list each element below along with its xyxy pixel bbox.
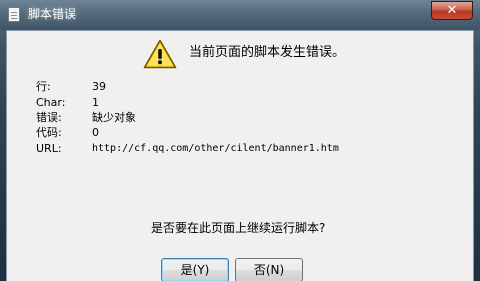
detail-url-value: http://cf.qq.com/other/cilent/banner1.ht…: [92, 143, 339, 154]
detail-value: 0: [92, 126, 99, 139]
error-message: 当前页面的脚本发生错误。: [189, 45, 346, 60]
detail-label: 行:: [36, 80, 51, 93]
detail-label: URL:: [36, 142, 62, 155]
window-title: 脚本错误: [28, 7, 77, 21]
dialog-body: 当前页面的脚本发生错误。 行: 39 Char: 1 错误: 缺少对象 代码: …: [6, 30, 474, 281]
dialog-window: 脚本错误 ✕ 当前页面的脚本发生错误。 行: 39 Char: 1 错误: 缺少…: [0, 0, 480, 281]
detail-label: 错误:: [36, 111, 62, 124]
close-icon: ✕: [446, 3, 458, 18]
detail-label: Char:: [36, 96, 66, 109]
no-button[interactable]: 否(N): [235, 258, 303, 281]
detail-label: 代码:: [36, 126, 62, 139]
yes-button[interactable]: 是(Y): [161, 258, 229, 281]
title-bar[interactable]: 脚本错误 ✕: [0, 0, 480, 30]
detail-value: 缺少对象: [92, 111, 136, 124]
detail-value: 39: [92, 80, 106, 93]
close-button[interactable]: ✕: [431, 1, 473, 20]
detail-value: 1: [92, 96, 99, 109]
document-icon: [8, 7, 20, 22]
warning-icon: [143, 39, 177, 69]
continue-question: 是否要在此页面上继续运行脚本?: [151, 221, 326, 235]
